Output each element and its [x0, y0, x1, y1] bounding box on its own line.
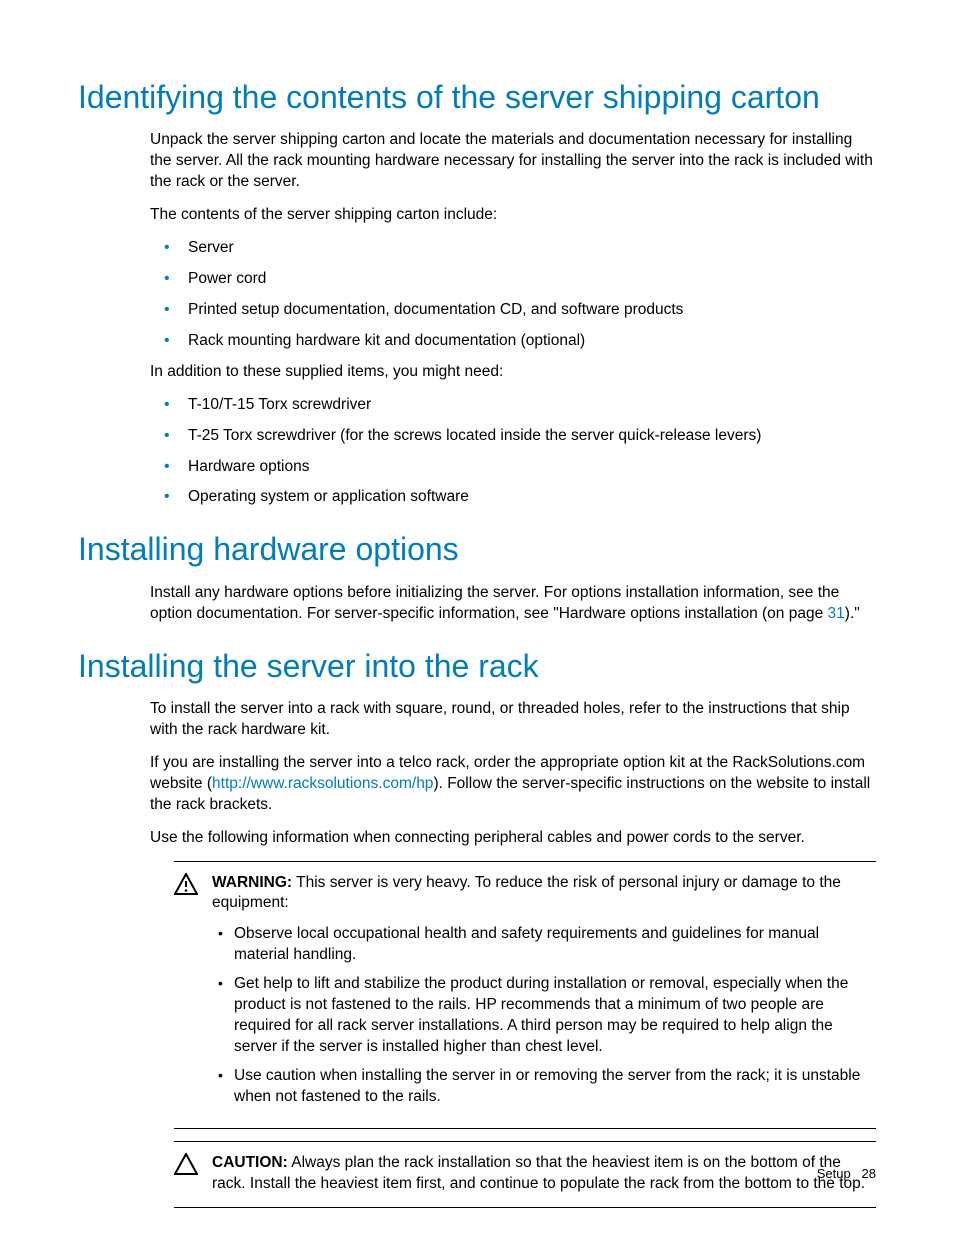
body-paragraph: Install any hardware options before init… — [150, 583, 876, 625]
text-span: )." — [845, 605, 860, 622]
section-heading-1: Identifying the contents of the server s… — [78, 78, 876, 116]
warning-text: This server is very heavy. To reduce the… — [212, 874, 841, 912]
page-footer: Setup 28 — [817, 1166, 876, 1181]
footer-page-number: 28 — [862, 1166, 876, 1181]
caution-icon — [174, 1153, 198, 1195]
list-item: T-10/T-15 Torx screwdriver — [150, 395, 876, 416]
list-item: Get help to lift and stabilize the produ… — [212, 974, 876, 1058]
caution-label: CAUTION: — [212, 1154, 288, 1171]
list-item: Use caution when installing the server i… — [212, 1066, 876, 1108]
warning-label: WARNING: — [212, 874, 292, 891]
url-link[interactable]: http://www.racksolutions.com/hp — [212, 775, 433, 792]
additional-items-list: T-10/T-15 Torx screwdriver T-25 Torx scr… — [150, 395, 876, 509]
page-link[interactable]: 31 — [828, 605, 845, 622]
body-paragraph: Use the following information when conne… — [150, 828, 876, 849]
footer-section: Setup — [817, 1166, 851, 1181]
warning-icon — [174, 873, 198, 1116]
list-item: Power cord — [150, 269, 876, 290]
warning-admonition: WARNING: This server is very heavy. To r… — [174, 861, 876, 1129]
list-item: Observe local occupational health and sa… — [212, 924, 876, 966]
list-item: T-25 Torx screwdriver (for the screws lo… — [150, 426, 876, 447]
caution-text: Always plan the rack installation so tha… — [212, 1154, 865, 1192]
caution-admonition: CAUTION: Always plan the rack installati… — [174, 1141, 876, 1208]
list-item: Rack mounting hardware kit and documenta… — [150, 331, 876, 352]
body-paragraph: If you are installing the server into a … — [150, 753, 876, 816]
body-paragraph: In addition to these supplied items, you… — [150, 362, 876, 383]
list-item: Operating system or application software — [150, 487, 876, 508]
text-span: Install any hardware options before init… — [150, 584, 839, 622]
body-paragraph: Unpack the server shipping carton and lo… — [150, 130, 876, 193]
warning-list: Observe local occupational health and sa… — [212, 924, 876, 1107]
body-paragraph: To install the server into a rack with s… — [150, 699, 876, 741]
contents-list: Server Power cord Printed setup document… — [150, 238, 876, 352]
body-paragraph: The contents of the server shipping cart… — [150, 205, 876, 226]
list-item: Printed setup documentation, documentati… — [150, 300, 876, 321]
section-heading-2: Installing hardware options — [78, 530, 876, 568]
list-item: Server — [150, 238, 876, 259]
section-heading-3: Installing the server into the rack — [78, 647, 876, 685]
list-item: Hardware options — [150, 457, 876, 478]
